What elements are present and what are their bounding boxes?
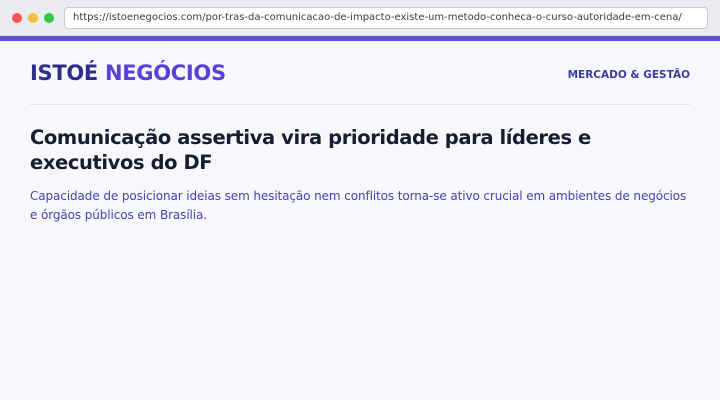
- article-subtitle: Capacidade de posicionar ideias sem hesi…: [30, 189, 687, 222]
- window-controls: [12, 12, 54, 23]
- address-bar-url: https://istoenegocios.com/por-tras-da-co…: [73, 12, 682, 23]
- minimize-window-button[interactable]: [28, 12, 38, 23]
- article-headline: Comunicação assertiva vira prioridade pa…: [30, 126, 591, 174]
- address-bar[interactable]: https://istoenegocios.com/por-tras-da-co…: [64, 6, 708, 29]
- close-window-button[interactable]: [12, 12, 22, 23]
- logo-text-istoe: ISTOÉ: [30, 60, 98, 85]
- section-link-mercado-gestao[interactable]: MERCADO & GESTÃO: [568, 69, 690, 81]
- logo-text-negocios: NEGÓCIOS: [104, 60, 226, 85]
- page-content: ISTOÉ NEGÓCIOS MERCADO & GESTÃO Comunica…: [0, 41, 720, 225]
- maximize-window-button[interactable]: [44, 12, 54, 23]
- site-logo[interactable]: ISTOÉ NEGÓCIOS: [30, 61, 226, 85]
- browser-window: https://istoenegocios.com/por-tras-da-co…: [0, 0, 720, 400]
- site-header: ISTOÉ NEGÓCIOS MERCADO & GESTÃO: [30, 41, 690, 105]
- browser-titlebar: https://istoenegocios.com/por-tras-da-co…: [0, 0, 720, 36]
